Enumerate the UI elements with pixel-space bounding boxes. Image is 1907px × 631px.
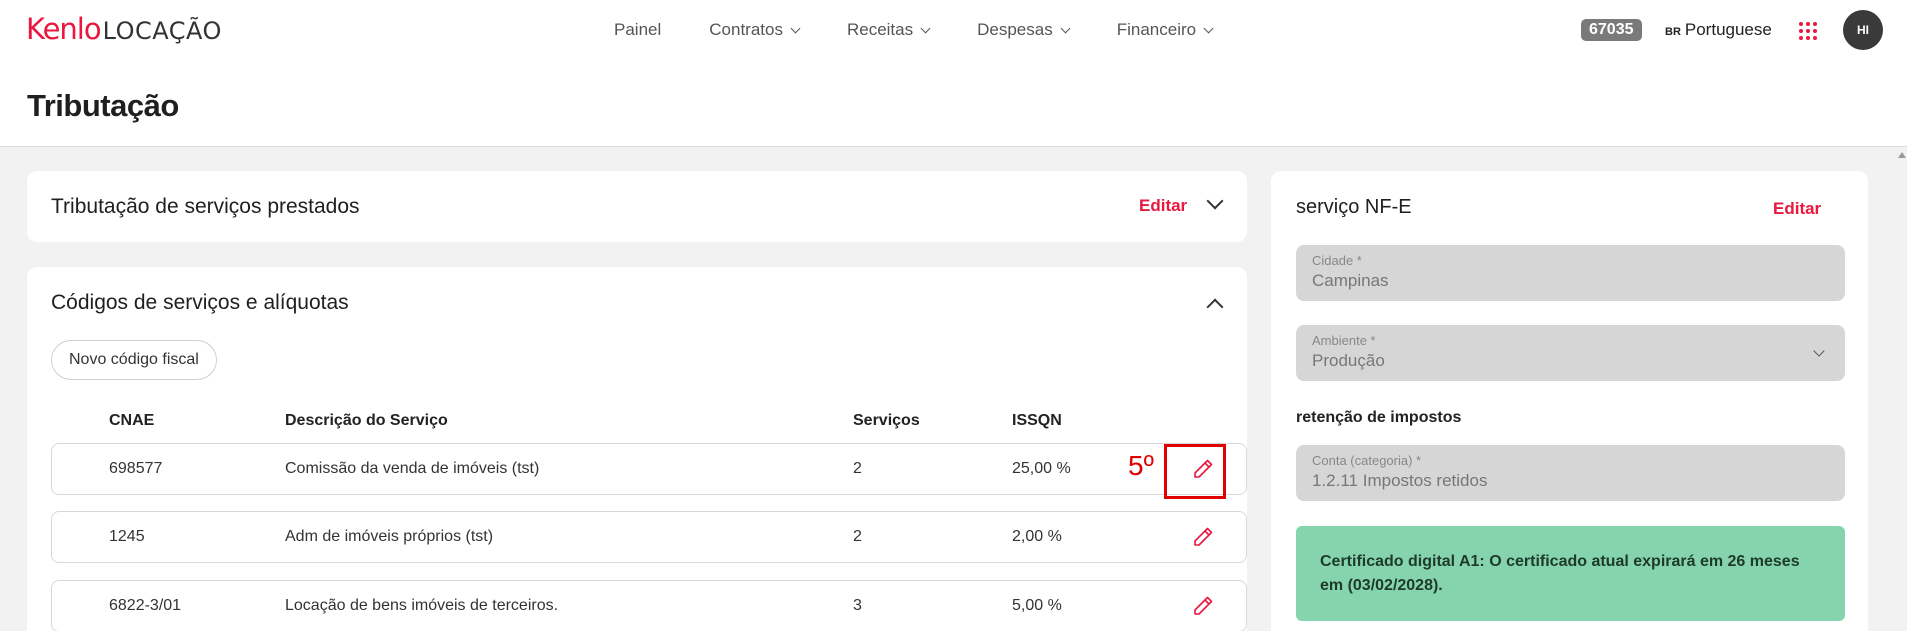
cell-descricao: Comissão da venda de imóveis (tst) [285, 460, 540, 477]
chevron-down-icon [1813, 345, 1825, 357]
chevron-down-icon [1203, 23, 1214, 33]
ambiente-select-label: Ambiente * [1312, 333, 1376, 348]
cell-cnae: 1245 [109, 528, 145, 545]
flag-icon: BR [1665, 26, 1681, 38]
column-header-cnae: CNAE [109, 412, 155, 429]
nav-item-label: Receitas [846, 20, 914, 39]
language-label: Portuguese [1684, 20, 1772, 39]
cell-cnae: 6822-3/01 [109, 597, 182, 614]
avatar[interactable]: HI [1843, 10, 1883, 50]
cell-cnae: 698577 [109, 460, 163, 477]
cell-descricao: Locação de bens imóveis de terceiros. [285, 597, 559, 614]
cell-issqn: 25,00 % [1012, 460, 1071, 477]
cell-issqn: 2,00 % [1012, 528, 1062, 545]
nav-item-receitas[interactable]: Receitas [846, 20, 931, 40]
codes-card-title: Códigos de serviços e alíquotas [51, 291, 349, 314]
cell-servicos: 3 [853, 597, 862, 614]
apps-grid-icon[interactable] [1799, 22, 1817, 40]
nav-item-despesas[interactable]: Despesas [977, 20, 1071, 40]
ambiente-select-value: Produção [1312, 351, 1385, 370]
nav-item-label: Despesas [977, 20, 1053, 39]
nav-item-contratos[interactable]: Contratos [709, 20, 801, 40]
column-header-servicos: Serviços [853, 412, 920, 429]
certificate-alert: Certificado digital A1: O certificado at… [1296, 526, 1845, 621]
conta-field-label: Conta (categoria) * [1312, 453, 1422, 468]
chevron-down-icon [790, 23, 801, 33]
chevron-down-icon[interactable] [1206, 192, 1224, 210]
company-code-badge[interactable]: 67035 [1581, 19, 1642, 41]
step-annotation-label: 5º [1128, 450, 1154, 481]
highlight-box [1164, 444, 1226, 499]
table-row: 6822-3/01 Locação de bens imóveis de ter… [51, 580, 1247, 631]
conta-field-value: 1.2.11 Impostos retidos [1312, 471, 1488, 490]
new-fiscal-code-button[interactable]: Novo código fiscal [51, 340, 217, 380]
nav-item-label: Painel [614, 20, 662, 39]
ambiente-select[interactable]: Ambiente * Produção [1296, 325, 1845, 381]
nav-item-label: Contratos [709, 20, 783, 39]
cell-servicos: 2 [853, 528, 862, 545]
table-row: 1245 Adm de imóveis próprios (tst) 2 2,0… [51, 511, 1247, 563]
logo-product: LOCAÇÃO [102, 17, 222, 45]
top-bar: Kenlo LOCAÇÃO Painel Contratos Receitas … [0, 0, 1907, 147]
tributacao-edit-link[interactable]: Editar [1139, 196, 1187, 216]
scroll-up-icon[interactable] [1898, 152, 1906, 158]
scrollbar[interactable] [1901, 150, 1907, 631]
nav-item-label: Financeiro [1116, 20, 1197, 39]
cidade-field-label: Cidade * [1312, 253, 1362, 268]
logo-brand: Kenlo [26, 12, 102, 46]
conta-field[interactable]: Conta (categoria) * 1.2.11 Impostos reti… [1296, 445, 1845, 501]
cell-issqn: 5,00 % [1012, 597, 1062, 614]
language-selector[interactable]: BR Portuguese [1665, 20, 1772, 40]
cidade-field[interactable]: Cidade * Campinas [1296, 245, 1845, 301]
column-header-issqn: ISSQN [1012, 412, 1062, 429]
chevron-down-icon [1060, 23, 1071, 33]
nav-item-painel[interactable]: Painel [614, 20, 661, 40]
edit-pencil-icon[interactable] [1191, 525, 1215, 549]
cell-servicos: 2 [853, 460, 862, 477]
codes-card: Códigos de serviços e alíquotas Novo cód… [27, 267, 1247, 631]
table-row: 698577 Comissão da venda de imóveis (tst… [51, 443, 1247, 495]
column-header-descricao: Descrição do Serviço [285, 412, 448, 429]
cidade-field-value: Campinas [1312, 271, 1389, 290]
tributacao-card-title: Tributação de serviços prestados [51, 195, 360, 218]
chevron-down-icon [920, 23, 931, 33]
tributacao-card: Tributação de serviços prestados Editar [27, 171, 1247, 242]
retencao-title: retenção de impostos [1296, 409, 1462, 426]
page-title: Tributação [27, 88, 179, 123]
nav-item-financeiro[interactable]: Financeiro [1116, 20, 1214, 40]
main-nav: Painel Contratos Receitas Despesas Finan… [614, 20, 1260, 40]
edit-pencil-icon[interactable] [1191, 594, 1215, 618]
kenlo-logo[interactable]: Kenlo LOCAÇÃO [26, 12, 222, 46]
chevron-up-icon[interactable] [1206, 298, 1224, 316]
nfe-edit-link[interactable]: Editar [1773, 199, 1821, 219]
nfe-card-title: serviço NF-E [1296, 196, 1412, 218]
cell-descricao: Adm de imóveis próprios (tst) [285, 528, 494, 545]
